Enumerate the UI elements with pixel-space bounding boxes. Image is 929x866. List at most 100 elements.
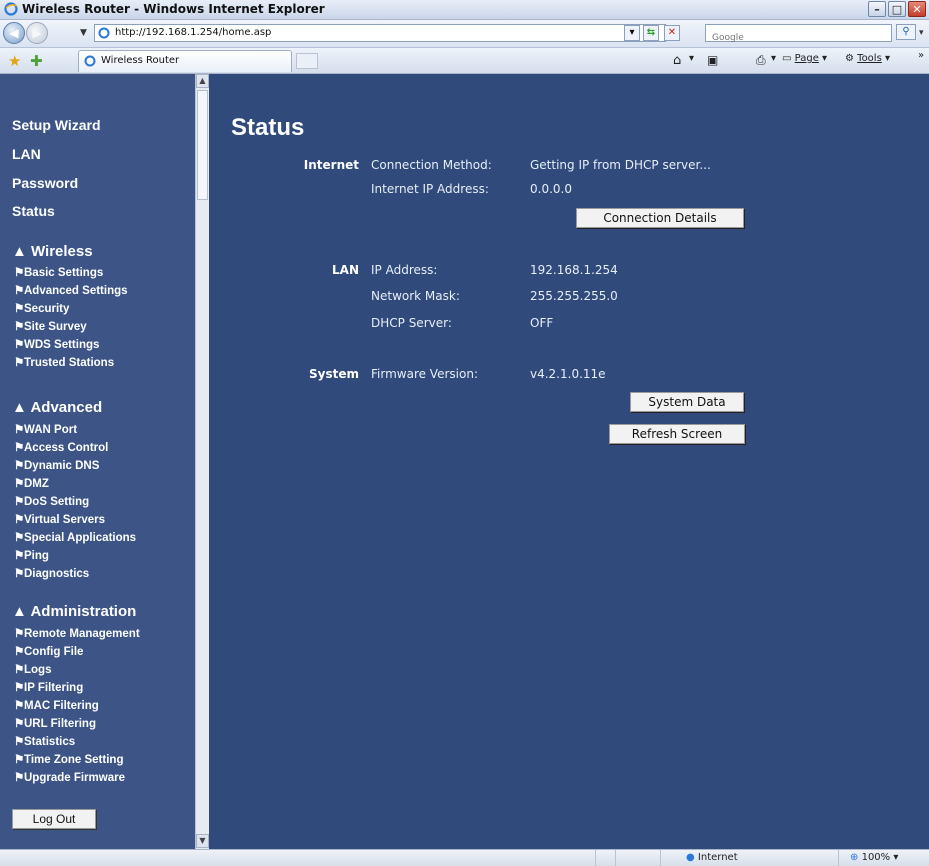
tools-menu[interactable]: ⚙ Tools ▾ (845, 53, 890, 64)
sidebar-item-special-applications[interactable]: ⚑Special Applications (14, 530, 136, 544)
statusbar-divider (615, 850, 616, 866)
toolbar-overflow-icon[interactable]: » (918, 50, 924, 61)
sidebar-item-dmz[interactable]: ⚑DMZ (14, 476, 49, 490)
sidebar-item-basic-settings[interactable]: ⚑Basic Settings (14, 265, 103, 279)
statusbar-divider (660, 850, 661, 866)
sidebar-item-wds-settings[interactable]: ⚑WDS Settings (14, 337, 99, 351)
connection-method-label: Connection Method: (371, 158, 492, 172)
sidebar-item-site-survey[interactable]: ⚑Site Survey (14, 319, 87, 333)
search-box[interactable] (705, 24, 892, 46)
system-data-button[interactable]: System Data (630, 392, 744, 412)
sidebar-nav: Setup Wizard LAN Password Status ▲ Wirel… (0, 74, 195, 849)
recent-pages-dropdown-icon[interactable]: ▼ (80, 28, 87, 38)
flag-icon: ⚑ (14, 460, 25, 472)
sidebar-section-administration[interactable]: ▲ Administration (12, 603, 136, 620)
minimize-button[interactable]: – (868, 1, 886, 17)
window-titlebar: Wireless Router - Windows Internet Explo… (0, 0, 929, 20)
flag-icon: ⚑ (14, 321, 25, 333)
sidebar-item-wan-port[interactable]: ⚑WAN Port (14, 422, 77, 436)
flag-icon: ⚑ (14, 700, 25, 712)
page-menu[interactable]: ▭ Page ▾ (782, 53, 827, 64)
address-toolbar: ◀ ▶ ▼ http://192.168.1.254/home.asp ▾ ⇆ … (0, 20, 929, 48)
flag-icon: ⚑ (14, 303, 25, 315)
stop-icon[interactable]: ✕ (664, 25, 680, 41)
sidebar-section-wireless[interactable]: ▲ Wireless (12, 243, 93, 260)
search-input[interactable] (710, 30, 884, 46)
sidebar-item-ip-filtering[interactable]: ⚑IP Filtering (14, 680, 83, 694)
internet-section-label: Internet (303, 158, 359, 172)
close-button[interactable]: ✕ (908, 1, 926, 17)
refresh-screen-button[interactable]: Refresh Screen (609, 424, 745, 444)
print-icon[interactable]: ⎙ (756, 53, 766, 68)
zoom-level[interactable]: ⊕ 100% ▾ (850, 852, 898, 863)
flag-icon: ⚑ (14, 736, 25, 748)
connection-details-button[interactable]: Connection Details (576, 208, 744, 228)
feeds-icon[interactable]: ▣ (707, 53, 718, 67)
flag-icon: ⚑ (14, 568, 25, 580)
statusbar-divider (595, 850, 596, 866)
flag-icon: ⚑ (14, 718, 25, 730)
zoom-icon: ⊕ (850, 852, 859, 863)
sidebar-item-ping[interactable]: ⚑Ping (14, 548, 49, 562)
dhcp-server-value: OFF (530, 316, 554, 330)
sidebar-item-lan[interactable]: LAN (12, 146, 41, 162)
search-options-icon[interactable]: ▾ (919, 28, 924, 38)
sidebar-scrollbar[interactable]: ▲ ▼ (195, 74, 209, 849)
flag-icon: ⚑ (14, 357, 25, 369)
sidebar-item-password[interactable]: Password (12, 175, 78, 191)
sidebar-item-time-zone-setting[interactable]: ⚑Time Zone Setting (14, 752, 123, 766)
home-icon[interactable]: ⌂ (673, 53, 681, 68)
flag-icon: ⚑ (14, 646, 25, 658)
flag-icon: ⚑ (14, 682, 25, 694)
network-mask-label: Network Mask: (371, 289, 460, 303)
sidebar-item-security[interactable]: ⚑Security (14, 301, 69, 315)
search-icon[interactable]: ⚲ (896, 24, 916, 40)
sidebar-item-upgrade-firmware[interactable]: ⚑Upgrade Firmware (14, 770, 125, 784)
add-favorites-icon[interactable]: ✚ (30, 52, 43, 70)
address-dropdown-icon[interactable]: ▾ (624, 25, 640, 41)
sidebar-item-status[interactable]: Status (12, 203, 55, 219)
scroll-up-icon[interactable]: ▲ (196, 74, 209, 88)
sidebar-item-setup-wizard[interactable]: Setup Wizard (12, 117, 101, 133)
flag-icon: ⚑ (14, 442, 25, 454)
flag-icon: ⚑ (14, 754, 25, 766)
sidebar-item-trusted-stations[interactable]: ⚑Trusted Stations (14, 355, 114, 369)
sidebar-item-access-control[interactable]: ⚑Access Control (14, 440, 108, 454)
sidebar-item-diagnostics[interactable]: ⚑Diagnostics (14, 566, 89, 580)
collapse-triangle-icon: ▲ (12, 243, 32, 260)
log-out-button[interactable]: Log Out (12, 809, 96, 829)
sidebar-item-logs[interactable]: ⚑Logs (14, 662, 51, 676)
ie-logo-icon (4, 2, 18, 16)
favorites-star-icon[interactable]: ★ (8, 52, 21, 70)
print-dropdown-icon[interactable]: ▾ (771, 53, 776, 64)
address-field[interactable]: http://192.168.1.254/home.asp (94, 24, 666, 42)
flag-icon: ⚑ (14, 339, 25, 351)
scroll-down-icon[interactable]: ▼ (196, 834, 209, 848)
tab-wireless-router[interactable]: Wireless Router (78, 50, 292, 72)
sidebar-item-mac-filtering[interactable]: ⚑MAC Filtering (14, 698, 99, 712)
sidebar-item-dos-setting[interactable]: ⚑DoS Setting (14, 494, 89, 508)
status-panel: Status Internet Connection Method: Getti… (209, 74, 929, 849)
home-dropdown-icon[interactable]: ▾ (689, 53, 694, 64)
url-text: http://192.168.1.254/home.asp (115, 27, 272, 38)
sidebar-item-virtual-servers[interactable]: ⚑Virtual Servers (14, 512, 105, 526)
sidebar-item-remote-management[interactable]: ⚑Remote Management (14, 626, 140, 640)
forward-button[interactable]: ▶ (26, 22, 48, 44)
refresh-icon[interactable]: ⇆ (643, 25, 659, 41)
new-tab-button[interactable] (296, 53, 318, 69)
scrollbar-thumb[interactable] (197, 90, 208, 200)
sidebar-item-dynamic-dns[interactable]: ⚑Dynamic DNS (14, 458, 99, 472)
page-title: Status (231, 114, 305, 141)
sidebar-item-advanced-settings[interactable]: ⚑Advanced Settings (14, 283, 128, 297)
sidebar-item-statistics[interactable]: ⚑Statistics (14, 734, 75, 748)
lan-ip-label: IP Address: (371, 263, 438, 277)
sidebar-item-config-file[interactable]: ⚑Config File (14, 644, 83, 658)
back-button[interactable]: ◀ (3, 22, 25, 44)
flag-icon: ⚑ (14, 772, 25, 784)
system-section-label: System (309, 367, 359, 381)
maximize-button[interactable]: □ (888, 1, 906, 17)
sidebar-section-advanced[interactable]: ▲ Advanced (12, 399, 102, 416)
sidebar-item-url-filtering[interactable]: ⚑URL Filtering (14, 716, 96, 730)
globe-icon: ● (686, 852, 695, 863)
flag-icon: ⚑ (14, 285, 25, 297)
